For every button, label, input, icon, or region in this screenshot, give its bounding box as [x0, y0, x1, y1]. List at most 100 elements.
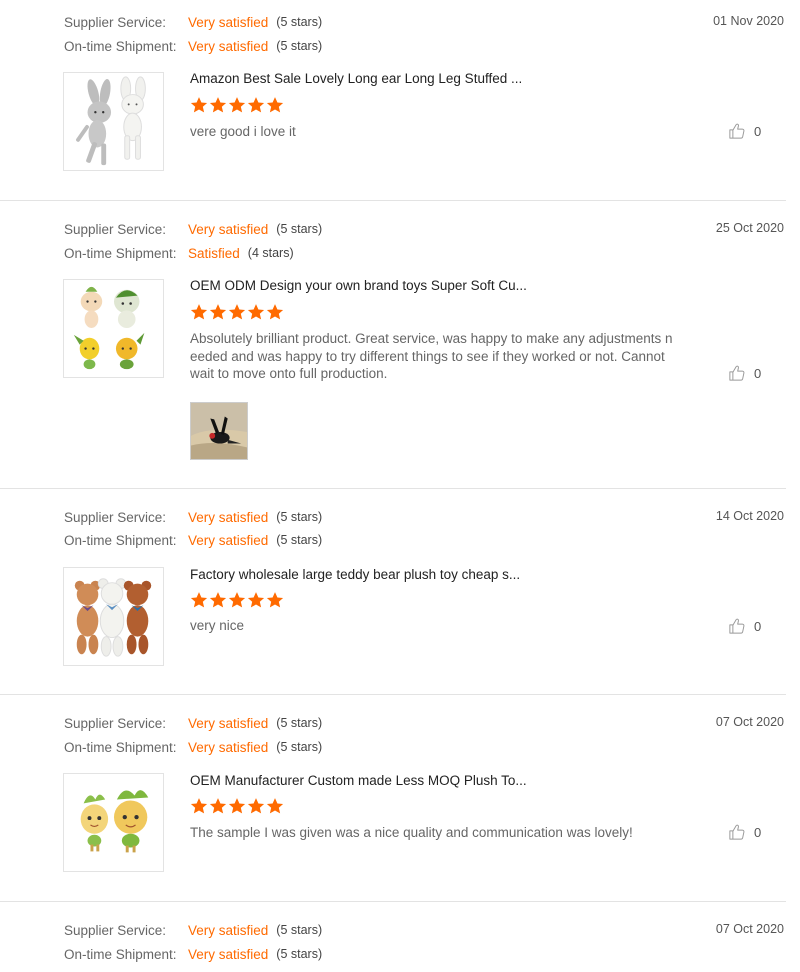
- ontime-shipment-label: On-time Shipment:: [64, 532, 177, 548]
- review-card: Supplier Service: Very satisfied (5 star…: [0, 489, 786, 695]
- review-text: Absolutely brilliant product. Great serv…: [190, 331, 673, 381]
- supplier-service-value: Very satisfied: [188, 14, 269, 30]
- star-icon: [228, 797, 246, 815]
- like-button[interactable]: 0: [728, 823, 761, 841]
- ontime-shipment-value: Very satisfied: [188, 38, 269, 54]
- star-icon: [266, 797, 284, 815]
- ontime-shipment-stars: (4 stars): [247, 246, 294, 260]
- product-title-link[interactable]: Amazon Best Sale Lovely Long ear Long Le…: [190, 71, 522, 86]
- ontime-shipment-stars: (5 stars): [276, 533, 323, 547]
- star-icon: [190, 96, 208, 114]
- ontime-shipment-rating: On-time Shipment: Very satisfied (5 star…: [64, 945, 322, 963]
- supplier-service-stars: (5 stars): [276, 716, 323, 730]
- review-photo[interactable]: [190, 402, 248, 460]
- supplier-service-value: Very satisfied: [188, 922, 269, 938]
- ontime-shipment-value: Very satisfied: [188, 532, 269, 548]
- bunny-plush-image: [76, 76, 146, 166]
- supplier-service-value: Very satisfied: [188, 509, 269, 525]
- product-title-link[interactable]: OEM ODM Design your own brand toys Super…: [190, 278, 527, 293]
- supplier-service-stars: (5 stars): [276, 923, 323, 937]
- supplier-service-label: Supplier Service:: [64, 509, 167, 525]
- star-icon: [209, 797, 227, 815]
- supplier-service-stars: (5 stars): [276, 510, 323, 524]
- supplier-service-value: Very satisfied: [188, 715, 269, 731]
- star-icon: [228, 303, 246, 321]
- review-text: very nice: [190, 618, 245, 633]
- supplier-service-label: Supplier Service:: [64, 922, 167, 938]
- star-icon: [190, 303, 208, 321]
- like-button[interactable]: 0: [728, 364, 761, 382]
- product-title-link[interactable]: OEM Manufacturer Custom made Less MOQ Pl…: [190, 773, 527, 788]
- star-icon: [247, 591, 265, 609]
- review-date: 07 Oct 2020: [715, 715, 784, 729]
- supplier-service-label: Supplier Service:: [64, 14, 167, 30]
- ontime-shipment-value: Very satisfied: [188, 946, 269, 962]
- star-rating: [190, 797, 285, 815]
- supplier-service-rating: Supplier Service: Very satisfied (5 star…: [64, 508, 322, 526]
- like-count: 0: [754, 824, 762, 840]
- ontime-shipment-stars: (5 stars): [276, 39, 323, 53]
- ontime-shipment-rating: On-time Shipment: Very satisfied (5 star…: [64, 37, 322, 55]
- bird-plush-photo: [191, 403, 247, 459]
- ontime-shipment-value: Satisfied: [188, 245, 240, 261]
- star-icon: [228, 591, 246, 609]
- star-icon: [209, 303, 227, 321]
- star-rating: [190, 303, 285, 321]
- star-icon: [209, 591, 227, 609]
- review-card: Supplier Service: Very satisfied (5 star…: [0, 0, 786, 201]
- teddy-bears-image: [74, 578, 152, 657]
- star-icon: [266, 303, 284, 321]
- ontime-shipment-label: On-time Shipment:: [64, 245, 177, 261]
- product-image[interactable]: [63, 72, 164, 171]
- star-rating: [190, 591, 285, 609]
- star-icon: [247, 797, 265, 815]
- thumbs-up-icon: [728, 122, 746, 140]
- supplier-service-rating: Supplier Service: Very satisfied (5 star…: [64, 714, 322, 732]
- like-button[interactable]: 0: [728, 122, 761, 140]
- ontime-shipment-label: On-time Shipment:: [64, 739, 177, 755]
- review-date: 01 Nov 2020: [713, 14, 784, 28]
- review-card: Supplier Service: Very satisfied (5 star…: [0, 902, 786, 972]
- supplier-service-rating: Supplier Service: Very satisfied (5 star…: [64, 921, 322, 939]
- vegetable-plush-image: [73, 286, 145, 370]
- fruit-mascot-plush-image: [80, 790, 149, 853]
- star-icon: [266, 591, 284, 609]
- ontime-shipment-stars: (5 stars): [276, 740, 323, 754]
- like-count: 0: [754, 618, 762, 634]
- supplier-service-label: Supplier Service:: [64, 715, 167, 731]
- supplier-service-stars: (5 stars): [276, 222, 323, 236]
- star-icon: [266, 96, 284, 114]
- product-image[interactable]: [63, 279, 164, 378]
- star-rating: [190, 96, 285, 114]
- ontime-shipment-stars: (5 stars): [276, 947, 323, 961]
- thumbs-up-icon: [728, 823, 746, 841]
- review-date: 07 Oct 2020: [715, 922, 784, 936]
- thumbs-up-icon: [728, 364, 746, 382]
- supplier-service-rating: Supplier Service: Very satisfied (5 star…: [64, 220, 322, 238]
- ontime-shipment-rating: On-time Shipment: Very satisfied (5 star…: [64, 738, 322, 756]
- review-text: vere good i love it: [190, 124, 296, 139]
- thumbs-up-icon: [728, 617, 746, 635]
- star-icon: [247, 96, 265, 114]
- supplier-service-stars: (5 stars): [276, 15, 323, 29]
- ontime-shipment-rating: On-time Shipment: Satisfied (4 stars): [64, 244, 294, 262]
- like-count: 0: [754, 365, 762, 381]
- like-count: 0: [754, 123, 762, 139]
- like-button[interactable]: 0: [728, 617, 761, 635]
- review-card: Supplier Service: Very satisfied (5 star…: [0, 695, 786, 902]
- star-icon: [190, 591, 208, 609]
- product-title-link[interactable]: Factory wholesale large teddy bear plush…: [190, 567, 520, 582]
- product-image[interactable]: [63, 567, 164, 666]
- review-text: The sample I was given was a nice qualit…: [190, 825, 633, 840]
- ontime-shipment-value: Very satisfied: [188, 739, 269, 755]
- ontime-shipment-label: On-time Shipment:: [64, 38, 177, 54]
- supplier-service-rating: Supplier Service: Very satisfied (5 star…: [64, 13, 322, 31]
- supplier-service-value: Very satisfied: [188, 221, 269, 237]
- review-date: 25 Oct 2020: [715, 221, 784, 235]
- star-icon: [209, 96, 227, 114]
- product-image[interactable]: [63, 773, 164, 872]
- review-card: Supplier Service: Very satisfied (5 star…: [0, 201, 786, 489]
- star-icon: [190, 797, 208, 815]
- ontime-shipment-label: On-time Shipment:: [64, 946, 177, 962]
- review-date: 14 Oct 2020: [715, 509, 784, 523]
